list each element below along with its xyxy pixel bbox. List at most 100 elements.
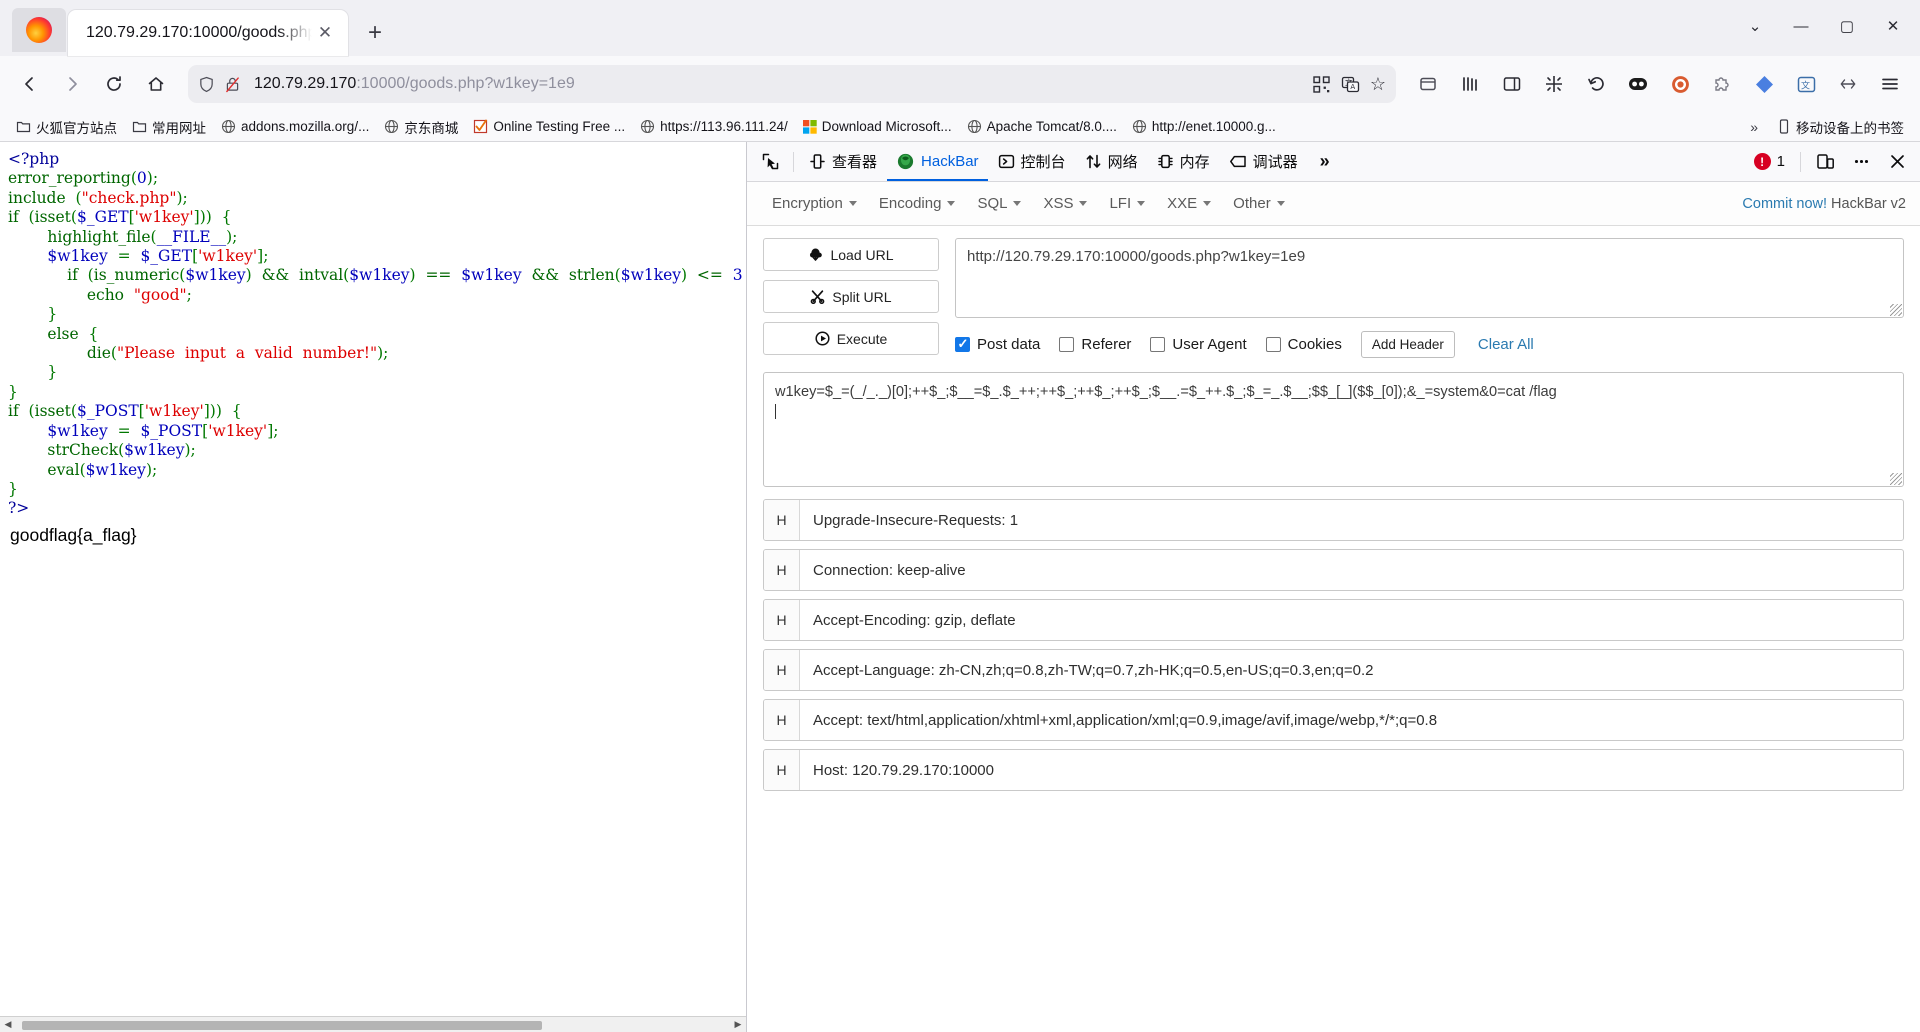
horizontal-scrollbar[interactable]: ◀ ▶ [0, 1016, 746, 1032]
load-url-button[interactable]: Load URL [763, 238, 939, 271]
firefox-app-menu-button[interactable] [12, 8, 66, 52]
close-window-button[interactable]: ✕ [1870, 6, 1916, 46]
tab-console[interactable]: 控制台 [989, 143, 1075, 181]
error-count-badge[interactable]: ! 1 [1746, 153, 1793, 170]
option-referer[interactable]: Referer [1059, 336, 1131, 353]
tab-hackbar[interactable]: HackBar [887, 143, 988, 181]
bookmark-star-icon[interactable]: ☆ [1370, 74, 1386, 95]
address-bar-text[interactable]: 120.79.29.170:10000/goods.php?w1key=1e9 [254, 75, 1303, 93]
code-token: isset [34, 402, 71, 421]
commit-now-link[interactable]: Commit now! [1742, 196, 1827, 212]
browser-tab[interactable]: 120.79.29.170:10000/goods.php? ✕ [68, 10, 348, 56]
header-text[interactable]: Accept-Language: zh-CN,zh;q=0.8,zh-TW;q=… [800, 662, 1373, 679]
url-input[interactable]: http://120.79.29.170:10000/goods.php?w1k… [955, 238, 1904, 318]
code-token: include [8, 188, 66, 207]
library-icon[interactable] [1450, 65, 1490, 103]
home-button[interactable] [136, 65, 176, 103]
bookmark-item-8[interactable]: http://enet.10000.g... [1126, 116, 1282, 137]
app-menu-button[interactable] [1870, 65, 1910, 103]
post-data-input[interactable]: w1key=$_=(_/_._)[0];++$_;$__=$_.$_++;++$… [763, 372, 1904, 487]
extension-puzzle-icon[interactable] [1702, 65, 1742, 103]
bookmark-item-4[interactable]: Online Testing Free ... [467, 116, 631, 137]
close-icon[interactable]: ✕ [312, 20, 338, 46]
tab-memory[interactable]: 内存 [1148, 143, 1219, 181]
add-header-button[interactable]: Add Header [1360, 331, 1455, 358]
header-row[interactable]: H Accept: text/html,application/xhtml+xm… [763, 699, 1904, 741]
vpn-icon[interactable] [1744, 65, 1784, 103]
undo-close-tab-icon[interactable] [1576, 65, 1616, 103]
svg-text:A: A [1350, 83, 1355, 91]
new-tab-button[interactable]: + [356, 14, 394, 52]
menu-sql[interactable]: SQL [966, 190, 1032, 217]
header-text[interactable]: Upgrade-Insecure-Requests: 1 [800, 512, 1018, 529]
option-user-agent[interactable]: User Agent [1150, 336, 1247, 353]
sidebar-icon[interactable] [1492, 65, 1532, 103]
bookmark-item-1[interactable]: 常用网址 [126, 114, 212, 140]
option-cookies[interactable]: Cookies [1265, 336, 1342, 353]
more-options-icon[interactable] [1844, 147, 1878, 177]
responsive-design-mode-icon[interactable] [1808, 147, 1842, 177]
tab-inspector[interactable]: 查看器 [800, 143, 886, 181]
dark-reader-icon[interactable] [1618, 65, 1658, 103]
header-row[interactable]: H Accept-Encoding: gzip, deflate [763, 599, 1904, 641]
broken-lock-icon[interactable] [224, 76, 241, 93]
list-all-tabs-icon[interactable]: ⌄ [1732, 6, 1778, 46]
scrollbar-track[interactable] [16, 1018, 730, 1031]
screenshot-icon[interactable]: 文 [1786, 65, 1826, 103]
scroll-left-icon[interactable]: ◀ [0, 1019, 16, 1030]
menu-xss[interactable]: XSS [1032, 190, 1098, 217]
account-icon[interactable] [1828, 65, 1868, 103]
menu-other[interactable]: Other [1222, 190, 1296, 217]
bookmark-item-2[interactable]: addons.mozilla.org/... [215, 116, 375, 137]
reload-button[interactable] [94, 65, 134, 103]
header-row[interactable]: H Upgrade-Insecure-Requests: 1 [763, 499, 1904, 541]
qr-code-icon[interactable] [1312, 75, 1331, 94]
textarea-resize-handle[interactable] [1890, 473, 1902, 485]
save-to-pocket-icon[interactable] [1408, 65, 1448, 103]
post-data-checkbox[interactable] [955, 336, 970, 352]
adblock-icon[interactable] [1660, 65, 1700, 103]
mobile-bookmarks-item[interactable]: 移动设备上的书签 [1771, 114, 1910, 140]
menu-encryption[interactable]: Encryption [761, 190, 868, 217]
maximize-button[interactable]: ▢ [1824, 6, 1870, 46]
textarea-resize-handle[interactable] [1890, 304, 1902, 316]
bookmark-item-3[interactable]: 京东商城 [378, 114, 464, 140]
menu-lfi[interactable]: LFI [1098, 190, 1156, 217]
scroll-right-icon[interactable]: ▶ [730, 1019, 746, 1030]
bookmark-item-7[interactable]: Apache Tomcat/8.0.... [961, 116, 1123, 137]
header-row[interactable]: H Accept-Language: zh-CN,zh;q=0.8,zh-TW;… [763, 649, 1904, 691]
split-url-button[interactable]: Split URL [763, 280, 939, 313]
tab-debugger[interactable]: 调试器 [1220, 143, 1307, 181]
header-row[interactable]: H Host: 120.79.29.170:10000 [763, 749, 1904, 791]
bookmark-item-6[interactable]: Download Microsoft... [797, 116, 958, 137]
bookmark-item-5[interactable]: https://113.96.111.24/ [634, 116, 794, 137]
tab-network[interactable]: 网络 [1076, 143, 1147, 181]
address-bar[interactable]: 120.79.29.170:10000/goods.php?w1key=1e9 … [188, 65, 1396, 103]
devtools-overflow-icon[interactable]: » [1308, 147, 1342, 177]
header-row[interactable]: H Connection: keep-alive [763, 549, 1904, 591]
bookmarks-overflow-icon[interactable]: » [1740, 119, 1768, 135]
shield-icon[interactable] [198, 76, 215, 93]
code-token: 'w1key' [134, 208, 194, 227]
scrollbar-thumb[interactable] [22, 1020, 542, 1030]
back-button[interactable] [10, 65, 50, 103]
header-text[interactable]: Host: 120.79.29.170:10000 [800, 762, 994, 779]
user-agent-checkbox[interactable] [1150, 337, 1166, 352]
clear-all-button[interactable]: Clear All [1478, 336, 1534, 353]
translate-icon[interactable]: 文A [1341, 75, 1360, 94]
minimize-button[interactable]: — [1778, 6, 1824, 46]
close-devtools-icon[interactable] [1880, 147, 1914, 177]
element-picker-icon[interactable] [753, 147, 787, 177]
option-post-data[interactable]: Post data [955, 336, 1040, 353]
forward-button[interactable] [52, 65, 92, 103]
header-text[interactable]: Connection: keep-alive [800, 562, 966, 579]
menu-encoding[interactable]: Encoding [868, 190, 967, 217]
bookmark-item-0[interactable]: 火狐官方站点 [10, 114, 123, 140]
menu-xxe[interactable]: XXE [1156, 190, 1222, 217]
container-tabs-icon[interactable] [1534, 65, 1574, 103]
header-text[interactable]: Accept: text/html,application/xhtml+xml,… [800, 712, 1437, 729]
execute-button[interactable]: Execute [763, 322, 939, 355]
referer-checkbox[interactable] [1059, 337, 1075, 352]
cookies-checkbox[interactable] [1265, 337, 1281, 352]
header-text[interactable]: Accept-Encoding: gzip, deflate [800, 612, 1016, 629]
